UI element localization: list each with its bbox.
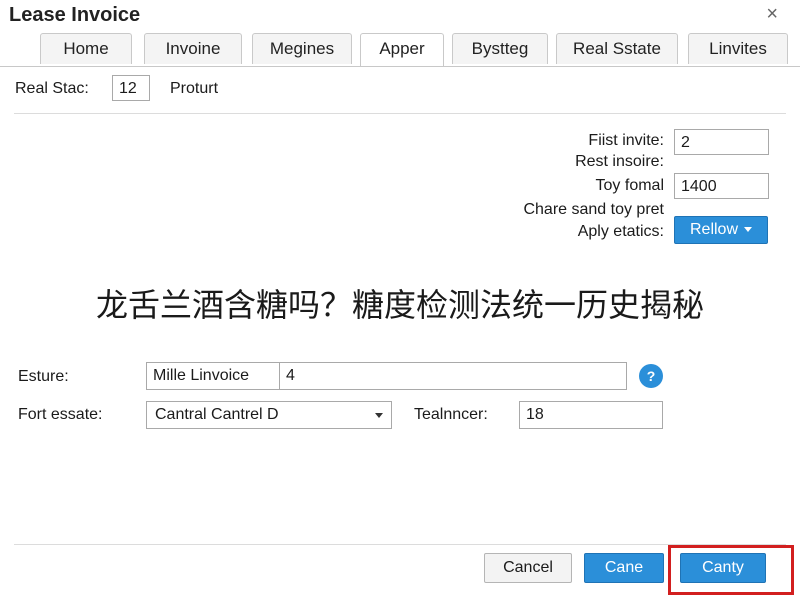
real-stac-input[interactable]: 12 bbox=[112, 75, 150, 101]
apply-label: Aply etatics: bbox=[577, 223, 664, 240]
tab-apper[interactable]: Apper bbox=[360, 33, 444, 66]
chare-label: Chare sand toy pret bbox=[523, 201, 664, 218]
overlay-caption: 龙舌兰酒含糖吗？糖度检测法统一历史揭秘 bbox=[95, 286, 704, 324]
tab-bystteg[interactable]: Bystteg bbox=[452, 33, 548, 64]
teamncer-label: Tealnncer: bbox=[414, 406, 488, 423]
first-invite-input[interactable]: 2 bbox=[674, 129, 769, 155]
toy-formal-input[interactable]: 1400 bbox=[674, 173, 769, 199]
reflow-dropdown-button[interactable]: Rellow bbox=[674, 216, 768, 244]
tab-real-sstate[interactable]: Real Sstate bbox=[556, 33, 678, 64]
esture-input[interactable]: 4 bbox=[279, 362, 627, 390]
chevron-down-icon bbox=[375, 413, 383, 418]
section-divider bbox=[14, 113, 786, 114]
tab-linvites[interactable]: Linvites bbox=[688, 33, 788, 64]
window-title: Lease Invoice bbox=[9, 4, 141, 26]
esture-prefix-field[interactable]: Mille Linvoice bbox=[146, 362, 280, 390]
teamncer-input[interactable]: 18 bbox=[519, 401, 663, 429]
real-stac-label: Real Stac: bbox=[15, 80, 89, 97]
rest-income-label: Rest insoire: bbox=[575, 153, 664, 170]
cancel-button[interactable]: Cancel bbox=[484, 553, 572, 583]
dialog-window: Lease Invoice × Home Invoine Megines App… bbox=[0, 0, 800, 600]
esture-label: Esture: bbox=[18, 368, 69, 385]
tab-bar: Home Invoine Megines Apper Bystteg Real … bbox=[0, 33, 800, 67]
close-icon[interactable]: × bbox=[766, 3, 778, 25]
product-label: Proturt bbox=[170, 80, 219, 97]
toy-formal-label: Toy fomal bbox=[595, 177, 664, 194]
fort-estate-select[interactable]: Cantral Cantrel D bbox=[146, 401, 392, 429]
highlight-box bbox=[668, 545, 794, 595]
top-row: Real Stac: 12 Proturt bbox=[0, 66, 800, 112]
chevron-down-icon bbox=[744, 227, 752, 233]
fort-estate-label: Fort essate: bbox=[18, 406, 103, 423]
tab-invoine[interactable]: Invoine bbox=[144, 33, 242, 64]
first-invite-label: Fiist invite: bbox=[588, 132, 664, 149]
title-bar: Lease Invoice × bbox=[0, 0, 800, 34]
reflow-button-label: Rellow bbox=[689, 221, 738, 238]
cane-button[interactable]: Cane bbox=[584, 553, 664, 583]
tab-megines[interactable]: Megines bbox=[252, 33, 352, 64]
fort-estate-selected: Cantral Cantrel D bbox=[155, 406, 279, 423]
tab-home[interactable]: Home bbox=[40, 33, 132, 64]
help-icon[interactable]: ? bbox=[639, 364, 663, 388]
